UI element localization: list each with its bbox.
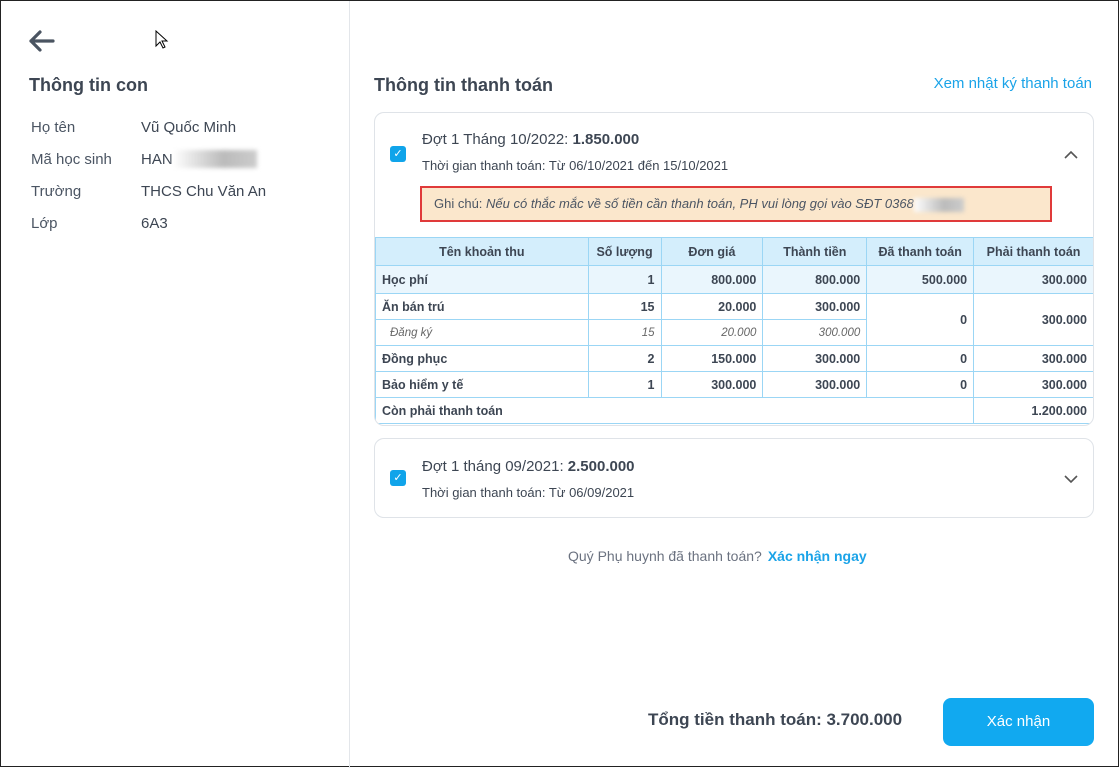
period-title: Đợt 1 Tháng 10/2022: 1.850.000: [422, 131, 639, 148]
fee-table: Tên khoản thu Số lượng Đơn giá Thành tiề…: [375, 237, 1093, 424]
payment-period-card: ✓ Đợt 1 Tháng 10/2022: 1.850.000 Thời gi…: [374, 112, 1094, 426]
student-info-panel: Thông tin con Họ tên Vũ Quốc Minh Mã học …: [1, 1, 350, 768]
chevron-up-icon[interactable]: [1063, 149, 1079, 161]
redacted-blur: [172, 150, 257, 168]
cell: 300.000: [973, 293, 1093, 346]
confirm-prompt: Quý Phụ huynh đã thanh toán? Xác nhận nga…: [568, 548, 867, 564]
table-header: Tên khoản thu Số lượng Đơn giá Thành tiề…: [375, 237, 1093, 266]
column-header: Số lượng: [587, 237, 662, 266]
section-title: Thông tin con: [29, 75, 148, 95]
period-time: Thời gian thanh toán: Từ 06/10/2021 đến …: [422, 158, 729, 173]
cell: 0: [866, 345, 975, 372]
redacted-blur: [913, 197, 964, 212]
cell: 300.000: [762, 319, 868, 346]
period-label: Đợt 1 tháng 09/2021:: [422, 458, 568, 475]
confirm-question: Quý Phụ huynh đã thanh toán?: [568, 548, 762, 564]
period-amount: 1.850.000: [572, 131, 640, 148]
cell: 800.000: [660, 265, 764, 294]
cell: 300.000: [660, 371, 764, 398]
cell: Bảo hiểm y tế: [375, 371, 589, 398]
back-arrow-icon[interactable]: [27, 29, 55, 53]
total-amount: Tổng tiền thanh toán: 3.700.000: [648, 710, 903, 729]
cell: 15: [587, 319, 662, 346]
column-header: Đơn giá: [660, 237, 764, 266]
period-time: Thời gian thanh toán: Từ 06/09/2021: [422, 485, 635, 500]
confirm-button[interactable]: Xác nhận: [943, 698, 1094, 746]
mouse-cursor-icon: [155, 30, 169, 49]
table-row: Đồng phục 2 150.000 300.000 0 300.000: [375, 345, 1093, 372]
period-amount: 2.500.000: [567, 458, 635, 475]
student-id: HAN: [141, 150, 173, 168]
cell: Đăng ký: [375, 319, 589, 346]
table-row: Bảo hiểm y tế 1 300.000 300.000 0 300.000: [375, 371, 1093, 398]
remaining-amount: 1.200.000: [973, 397, 1093, 424]
field-label: Lớp: [31, 214, 58, 232]
table-row: Học phí 1 800.000 800.000 500.000 300.000: [375, 265, 1093, 294]
table-row: Ăn bán trú 15 20.000 300.000 0 300.000: [375, 293, 1093, 346]
cell: 0: [866, 371, 975, 398]
class: 6A3: [141, 214, 168, 232]
cell: 2: [587, 345, 662, 372]
payment-history-link[interactable]: Xem nhật ký thanh toán: [934, 75, 1092, 92]
cell: 20.000: [660, 293, 764, 320]
period-title: Đợt 1 tháng 09/2021: 2.500.000: [422, 458, 635, 475]
cell: Học phí: [375, 265, 589, 294]
field-label: Trường: [31, 182, 82, 200]
column-header: Phải thanh toán: [973, 237, 1093, 266]
column-header: Đã thanh toán: [866, 237, 975, 266]
note-box: Ghi chú: Nếu có thắc mắc về số tiền cần …: [420, 186, 1052, 222]
column-header: Thành tiền: [762, 237, 868, 266]
cell: 1: [587, 265, 662, 294]
remaining-row: Còn phải thanh toán 1.200.000: [375, 397, 1093, 424]
cell: 300.000: [762, 293, 868, 320]
school: THCS Chu Văn An: [141, 182, 267, 200]
cell: 20.000: [660, 319, 764, 346]
cell: 15: [587, 293, 662, 320]
confirm-now-link[interactable]: Xác nhận ngay: [768, 548, 867, 564]
remaining-label: Còn phải thanh toán: [375, 397, 975, 424]
field-label: Mã học sinh: [31, 150, 112, 168]
cell: 500.000: [866, 265, 975, 294]
cell: 150.000: [660, 345, 764, 372]
note-text: Nếu có thắc mắc về số tiền cần thanh toá…: [486, 196, 914, 211]
student-info-list: Họ tên Vũ Quốc Minh Mã học sinh HAN Trường…: [31, 111, 266, 239]
cell: 300.000: [973, 345, 1093, 372]
cell: 300.000: [973, 265, 1093, 294]
payment-title: Thông tin thanh toán: [374, 75, 553, 95]
payment-period-card: ✓ Đợt 1 tháng 09/2021: 2.500.000 Thời gi…: [374, 438, 1094, 518]
cell: Đồng phục: [375, 345, 589, 372]
note-label: Ghi chú:: [434, 196, 487, 211]
column-header: Tên khoản thu: [375, 237, 589, 266]
period-checkbox[interactable]: ✓: [390, 470, 406, 486]
period-checkbox[interactable]: ✓: [390, 146, 406, 162]
cell: 300.000: [762, 371, 868, 398]
cell: 300.000: [973, 371, 1093, 398]
period-label: Đợt 1 Tháng 10/2022:: [422, 131, 573, 148]
chevron-down-icon[interactable]: [1063, 473, 1079, 485]
cell: 1: [587, 371, 662, 398]
cell: 300.000: [762, 345, 868, 372]
cell: Ăn bán trú: [375, 293, 589, 320]
cell: 0: [866, 293, 975, 346]
field-label: Họ tên: [31, 118, 76, 136]
cell: 800.000: [762, 265, 868, 294]
student-name: Vũ Quốc Minh: [141, 118, 237, 136]
